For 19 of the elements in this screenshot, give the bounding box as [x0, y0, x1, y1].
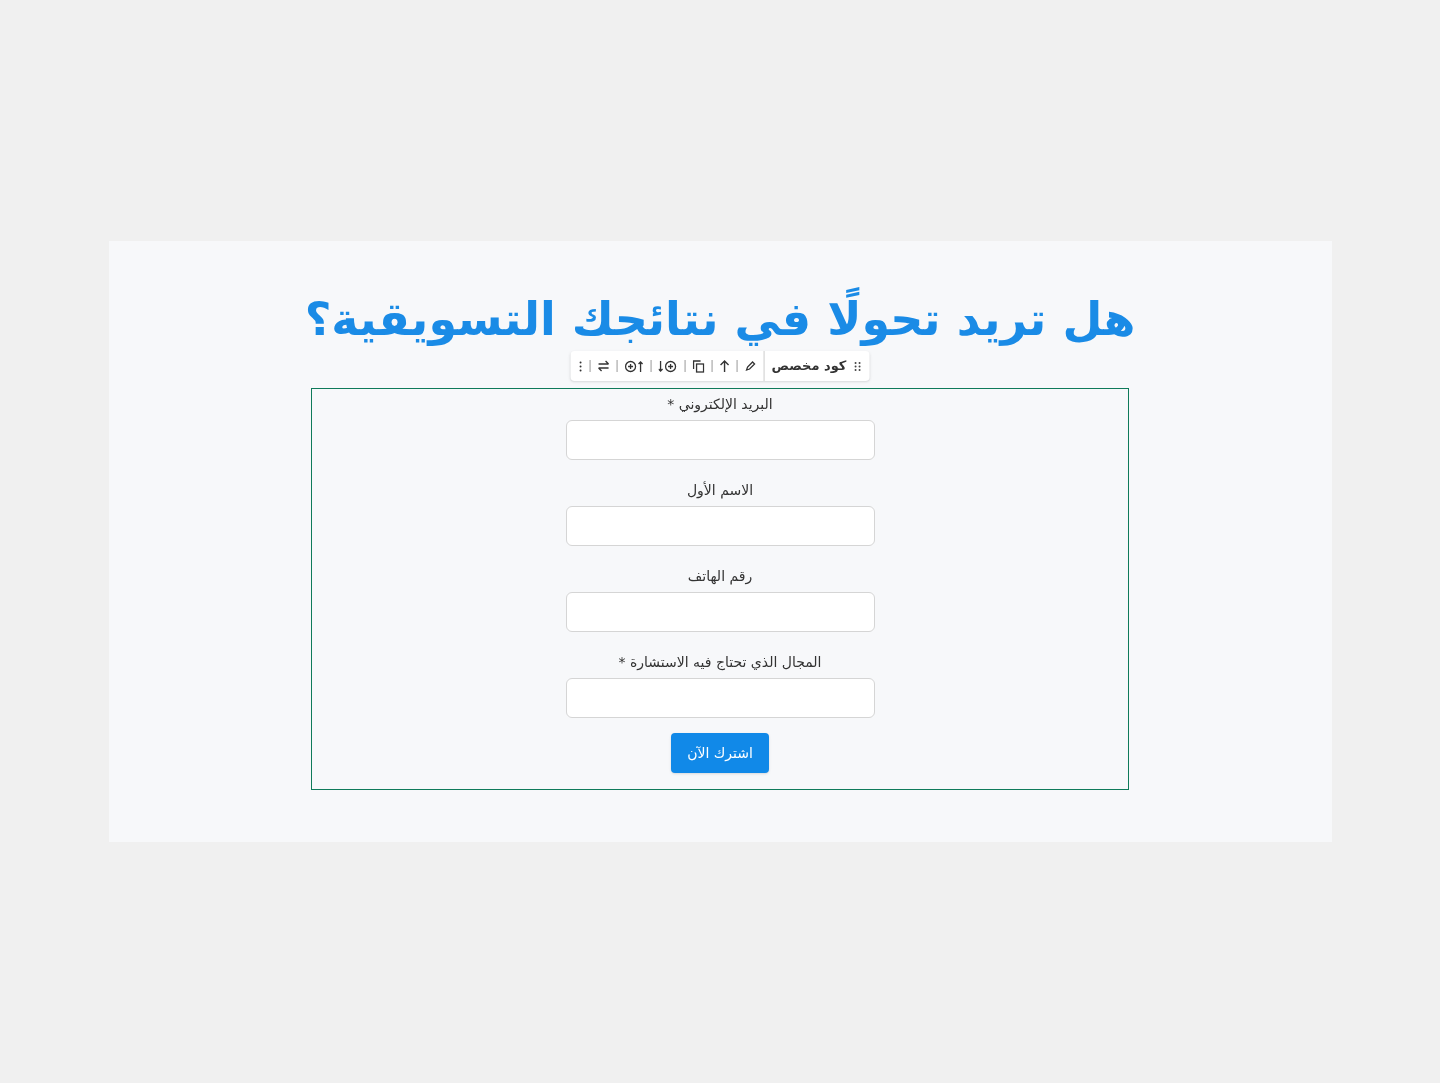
more-options-icon[interactable] — [578, 360, 583, 372]
field-label: المجال الذي تحتاج فيه الاستشارة * — [618, 653, 822, 673]
toolbar-title: كود مخصص — [771, 357, 847, 376]
input-field[interactable] — [565, 592, 875, 632]
copy-icon[interactable] — [692, 359, 705, 373]
swap-icon[interactable] — [597, 360, 610, 372]
input-field[interactable] — [565, 420, 875, 460]
input-field[interactable] — [565, 678, 875, 718]
insert-below-icon[interactable] — [658, 359, 678, 373]
subscribe-button[interactable]: اشترك الآن — [671, 733, 769, 773]
pencil-icon[interactable] — [744, 360, 757, 372]
input-field[interactable] — [565, 506, 875, 546]
drag-handle-icon[interactable] — [853, 360, 862, 372]
heading: هل تريد تحولًا في نتائجك التسويقية؟ — [304, 289, 1136, 349]
field-label: البريد الإلكتروني * — [667, 395, 773, 415]
field-label: الاسم الأول — [686, 480, 754, 501]
arrow-up-icon[interactable] — [719, 359, 730, 373]
insert-above-icon[interactable] — [624, 359, 644, 373]
field-label: رقم الهاتف — [687, 567, 753, 587]
